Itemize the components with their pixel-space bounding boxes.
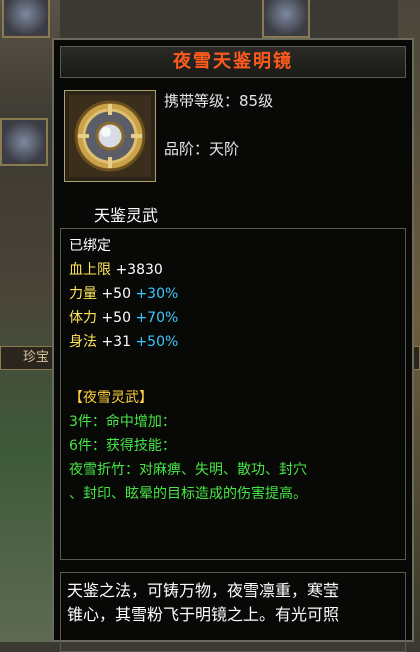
set-skill-line-2: 、封印、眩晕的目标造成的伤害提高。: [69, 486, 307, 502]
bound-status: 已绑定: [69, 238, 111, 254]
set-title: 天鉴灵武: [94, 206, 159, 225]
stat-constitution-label: 体力: [69, 310, 97, 326]
stat-strength-value: +50: [101, 286, 131, 302]
game-background-left: [0, 0, 60, 642]
mirror-shield-icon: [69, 95, 151, 177]
equipment-slot-top-left[interactable]: [2, 0, 50, 38]
stat-agility: 身法 +31 +50%: [69, 331, 178, 351]
equipment-slot-sword[interactable]: [0, 118, 48, 166]
item-tooltip: 夜雪天鉴明镜 携带等级：85级 品阶：天阶 天鉴灵武 已绑定 血上限 +3830…: [52, 38, 414, 652]
stat-constitution: 体力 +50 +70%: [69, 307, 178, 327]
stat-agility-label: 身法: [69, 334, 97, 350]
stat-agility-value: +31: [101, 334, 131, 350]
stat-strength: 力量 +50 +30%: [69, 283, 178, 303]
stat-constitution-bonus: +70%: [135, 310, 179, 326]
stat-strength-bonus: +30%: [135, 286, 179, 302]
stat-strength-label: 力量: [69, 286, 97, 302]
stats-section: 已绑定 血上限 +3830 力量 +50 +30% 体力 +50 +70% 身法…: [60, 228, 406, 560]
stat-hp: 血上限 +3830: [69, 259, 163, 279]
item-description: 天鉴之法，可铸万物，夜雪凛重，寒莹 锥心，其雪粉飞于明镜之上。有光可照: [60, 572, 406, 652]
stat-hp-value: +3830: [115, 262, 163, 278]
equipment-slot-top-center[interactable]: [262, 0, 310, 38]
set-header: 【夜雪灵武】: [69, 390, 153, 406]
set-bonus-6: 6件：获得技能：: [69, 438, 176, 454]
description-line-2: 锥心，其雪粉飞于明镜之上。有光可照: [67, 605, 340, 624]
item-icon-frame: [64, 90, 156, 182]
set-bonus-3: 3件：命中增加：: [69, 414, 176, 430]
treasure-tab[interactable]: 珍宝: [0, 346, 60, 370]
carry-level: 携带等级：85级: [164, 92, 274, 110]
set-skill-line-1: 夜雪折竹：对麻痹、失明、散功、封穴: [69, 462, 307, 478]
item-name: 夜雪天鉴明镜: [60, 46, 406, 78]
stat-constitution-value: +50: [101, 310, 131, 326]
stat-agility-bonus: +50%: [135, 334, 179, 350]
treasure-tab-label: 珍宝: [23, 350, 50, 365]
description-line-1: 天鉴之法，可铸万物，夜雪凛重，寒莹: [67, 581, 340, 600]
item-grade: 品阶：天阶: [164, 140, 240, 158]
stat-hp-label: 血上限: [69, 262, 111, 278]
